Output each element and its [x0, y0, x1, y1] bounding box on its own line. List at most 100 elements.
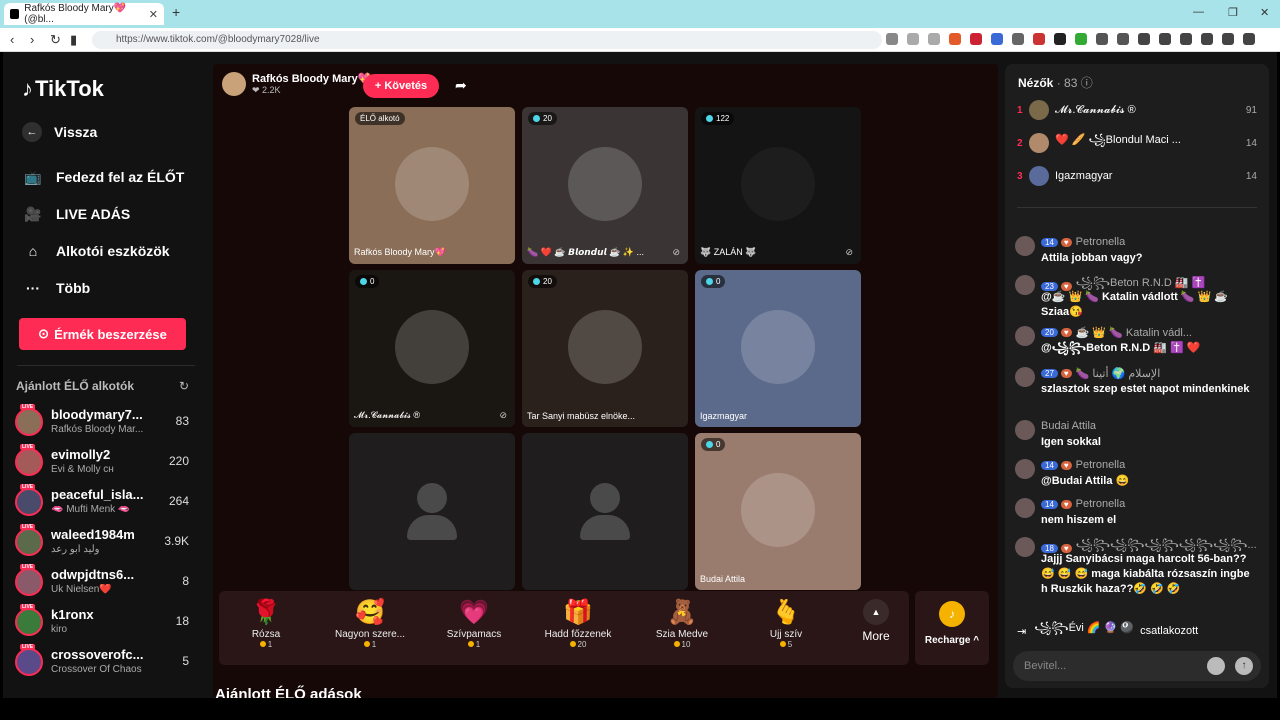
chat-username[interactable]: Petronella	[1076, 459, 1126, 471]
chat-panel: Nézők · 83 ⓘ 1 𝓜𝓻.𝓒𝓪𝓷𝓷𝓪𝓫𝓲𝓼 ® 91 2 ❤️ 🥖 ꧁Blon…	[1005, 64, 1269, 688]
gift-item[interactable]: 🧸 Szia Medve 10	[637, 597, 727, 649]
get-coins-button[interactable]: ⊙ Érmék beszerzése	[19, 318, 186, 350]
back-icon[interactable]: ‹	[10, 32, 14, 47]
window-close-icon[interactable]: ✕	[1260, 6, 1269, 19]
menu-icon[interactable]	[1243, 33, 1255, 45]
forward-icon[interactable]: ›	[30, 32, 34, 47]
chat-username[interactable]: Petronella	[1076, 498, 1126, 510]
recharge-button[interactable]: ♪ Recharge ^	[915, 591, 989, 665]
extension-icon[interactable]	[1096, 33, 1108, 45]
chat-username[interactable]: Petronella	[1076, 236, 1126, 248]
extension-icon[interactable]	[1012, 33, 1024, 45]
zoom-icon[interactable]	[907, 33, 919, 45]
help-icon[interactable]: ⓘ	[1081, 76, 1093, 90]
gift-item[interactable]: 🌹 Rózsa 1	[221, 597, 311, 649]
more-gifts-button[interactable]: ▲ More	[859, 599, 893, 643]
sidebar-toggle-icon[interactable]	[1159, 33, 1171, 45]
creator-row[interactable]: LIVE peaceful_isla... 🫦 Mufti Menk 🫦 264	[15, 484, 195, 520]
top-viewer-row[interactable]: 3 Igazmagyar 14	[1017, 163, 1257, 189]
extensions-puzzle-icon[interactable]	[1201, 33, 1213, 45]
creator-row[interactable]: LIVE k1ronx kiro 18	[15, 604, 195, 640]
extension-icon[interactable]	[1117, 33, 1129, 45]
tiktok-note-icon: ♪	[22, 76, 33, 101]
maximize-icon[interactable]: ❐	[1228, 6, 1238, 19]
chat-avatar[interactable]	[1015, 420, 1035, 440]
creator-row[interactable]: LIVE evimolly2 Évi & Molly ᴄʜ 220	[15, 444, 195, 480]
creator-avatar[interactable]	[15, 528, 43, 556]
vpn-icon[interactable]	[1222, 33, 1234, 45]
media-icon[interactable]	[1138, 33, 1150, 45]
guest-tile[interactable]	[349, 433, 515, 590]
send-icon[interactable]: ↑	[1235, 657, 1253, 675]
extension-icon[interactable]	[1054, 33, 1066, 45]
back-link[interactable]: ← Vissza	[22, 122, 97, 142]
chat-avatar[interactable]	[1015, 459, 1035, 479]
chat-username[interactable]: 🍆 الإسلام 🌍 أتينا	[1076, 367, 1161, 380]
chat-text: @☕ 👑 🍆 Katalin vádlott 🍆 👑 ☕ Sziaa😘	[1041, 291, 1229, 318]
minimize-icon[interactable]: —	[1193, 6, 1204, 18]
guest-tile[interactable]: 20 Tar Sanyi mabüsz elnöke...	[522, 270, 688, 427]
follow-button[interactable]: + Követés	[363, 74, 439, 98]
chat-avatar[interactable]	[1015, 537, 1035, 557]
nav-creator-tools[interactable]: ⌂ Alkotói eszközök	[22, 240, 170, 262]
creator-row[interactable]: LIVE waleed1984m وليد ابو رعد 3.9K	[15, 524, 195, 560]
chat-input[interactable]: Bevitel... ↑	[1013, 651, 1261, 681]
creator-row[interactable]: LIVE bloodymary7... Rafkós Bloody Mar... 83	[15, 404, 195, 440]
chat-avatar[interactable]	[1015, 275, 1035, 295]
extension-icon[interactable]	[1033, 33, 1045, 45]
gift-item[interactable]: 💗 Szívpamacs 1	[429, 597, 519, 649]
guest-tile[interactable]: 0 Budai Attila	[695, 433, 861, 590]
browser-tab[interactable]: Rafkós Bloody Mary💖 (@bl... ✕	[4, 3, 164, 25]
chat-avatar[interactable]	[1015, 498, 1035, 518]
chat-avatar[interactable]	[1015, 367, 1035, 387]
guest-tile[interactable]: 0 Igazmagyar	[695, 270, 861, 427]
new-tab-button[interactable]: +	[172, 4, 180, 20]
brave-shield-icon[interactable]	[949, 33, 961, 45]
top-viewer-row[interactable]: 2 ❤️ 🥖 ꧁Blondul Maci ... 14	[1017, 130, 1257, 156]
tab-close-icon[interactable]: ✕	[149, 8, 158, 21]
rewards-icon[interactable]	[970, 33, 982, 45]
chat-avatar[interactable]	[1015, 236, 1035, 256]
creator-avatar[interactable]	[15, 568, 43, 596]
creator-row[interactable]: LIVE odwpjdtns6... Uk Nielsen❤️ 8	[15, 564, 195, 600]
url-field[interactable]: https://www.tiktok.com/@bloodymary7028/l…	[92, 31, 882, 49]
chat-username[interactable]: ☕ 👑 🍆 Katalin vádl...	[1076, 326, 1192, 339]
extension-icon[interactable]	[991, 33, 1003, 45]
reload-icon[interactable]: ↻	[50, 32, 61, 48]
host-info[interactable]: Rafkós Bloody Mary💖 ❤ 2.2K	[222, 72, 371, 96]
viewer-divider	[1017, 207, 1257, 208]
gift-name: Hadd főzzenek	[544, 629, 612, 640]
gift-price-value: 1	[371, 640, 377, 649]
gift-item[interactable]: 🎁 Hadd főzzenek 20	[533, 597, 623, 649]
guest-tile[interactable]: 0 𝓜𝓻.𝓒𝓪𝓷𝓷𝓪𝓫𝓲𝓼 ® ⊘	[349, 270, 515, 427]
creator-avatar[interactable]	[15, 648, 43, 676]
gift-item[interactable]: 🫰 Ujj szív 5	[741, 597, 831, 649]
tiktok-logo[interactable]: ♪ TikTok	[22, 76, 104, 102]
emoji-icon[interactable]	[1207, 657, 1225, 675]
extension-icon[interactable]	[1075, 33, 1087, 45]
wallet-icon[interactable]	[1180, 33, 1192, 45]
nav-explore-live[interactable]: 📺 Fedezd fel az ÉLŐT	[22, 166, 184, 188]
gift-item[interactable]: 🥰 Nagyon szere... 1	[325, 597, 415, 649]
guest-tile[interactable]	[522, 433, 688, 590]
guest-tile[interactable]: 20 🍆 ❤️ ☕ 𝘽𝙡𝙤𝙣𝙙𝙪𝙡 ☕ ✨ ... ⊘	[522, 107, 688, 264]
bookmark-icon[interactable]: ▮	[70, 32, 77, 48]
chat-avatar[interactable]	[1015, 326, 1035, 346]
share-icon[interactable]: ➦	[455, 77, 467, 94]
host-avatar[interactable]	[222, 72, 246, 96]
share-page-icon[interactable]	[928, 33, 940, 45]
creator-avatar[interactable]	[15, 488, 43, 516]
nav-go-live[interactable]: 🎥 LIVE ADÁS	[22, 203, 130, 225]
creator-avatar[interactable]	[15, 408, 43, 436]
guest-tile[interactable]: ÉLŐ alkotó Rafkós Bloody Mary💖	[349, 107, 515, 264]
refresh-icon[interactable]: ↻	[179, 379, 189, 393]
translate-icon[interactable]	[886, 33, 898, 45]
viewer-score: 14	[1245, 137, 1257, 149]
top-viewer-row[interactable]: 1 𝓜𝓻.𝓒𝓪𝓷𝓷𝓪𝓫𝓲𝓼 ® 91	[1017, 97, 1257, 123]
creator-row[interactable]: LIVE crossoverofc... Crossover Of Chaos 5	[15, 644, 195, 680]
chat-username[interactable]: Budai Attila	[1041, 420, 1096, 432]
guest-tile[interactable]: 122 🐺 ZALÁN 🐺 ⊘	[695, 107, 861, 264]
creator-avatar[interactable]	[15, 608, 43, 636]
creator-avatar[interactable]	[15, 448, 43, 476]
nav-more[interactable]: ··· Több	[22, 277, 90, 299]
